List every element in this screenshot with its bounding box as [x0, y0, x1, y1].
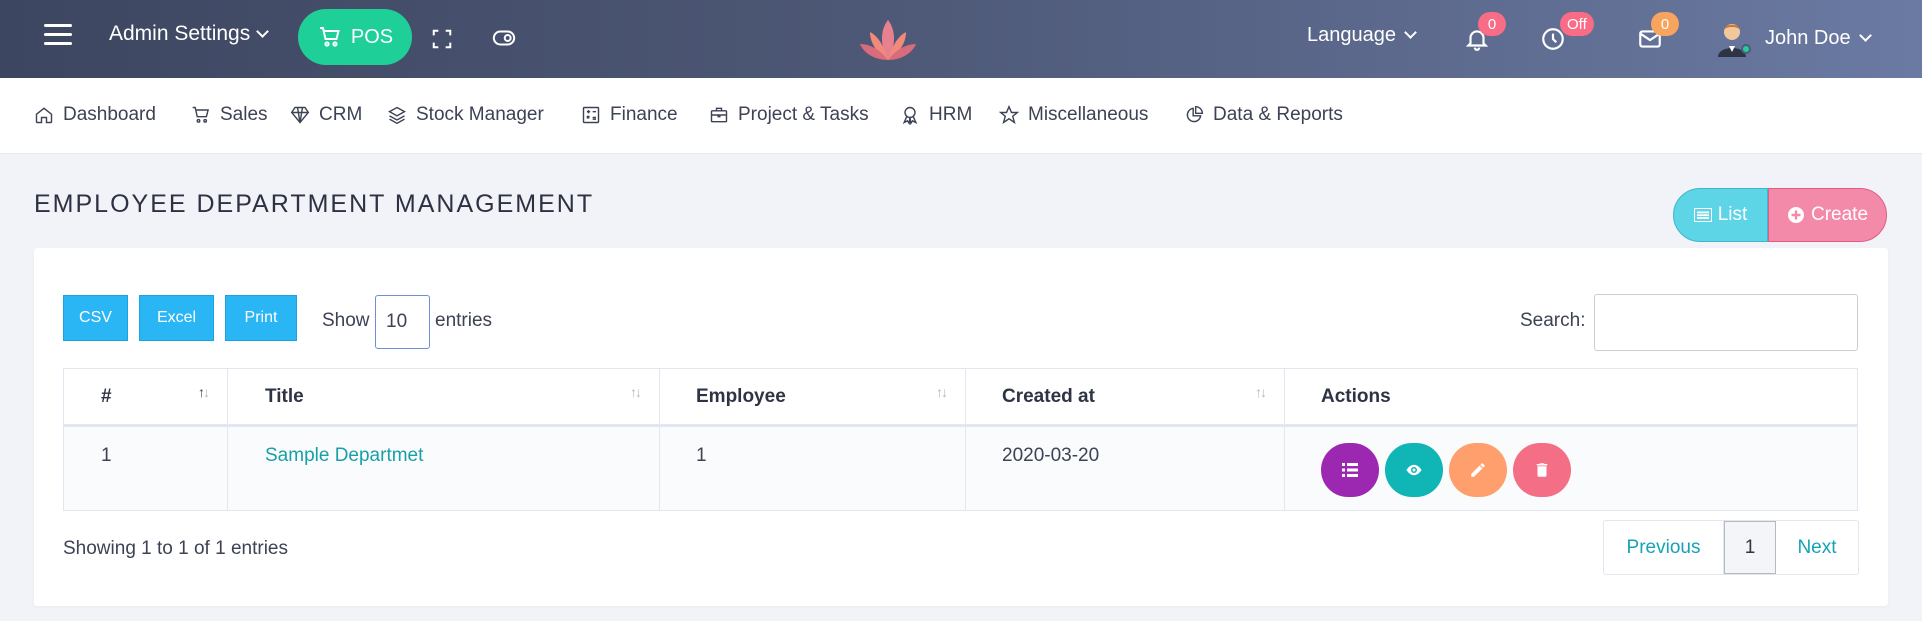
nav-item-label: Finance — [610, 104, 678, 125]
column-header-number[interactable]: # — [101, 386, 112, 408]
nav-item-project-tasks[interactable]: Project & Tasks — [709, 104, 869, 126]
nav-item-label: HRM — [929, 104, 973, 125]
user-menu[interactable]: John Doe — [1765, 27, 1872, 50]
award-icon — [902, 106, 918, 125]
menu-icon[interactable] — [44, 24, 72, 46]
edit-button[interactable] — [1449, 443, 1507, 497]
nav-item-label: CRM — [319, 104, 363, 125]
trash-icon — [1536, 463, 1548, 477]
create-button[interactable]: Create — [1768, 188, 1887, 242]
online-status-dot — [1741, 44, 1751, 54]
plus-circle-icon — [1787, 207, 1804, 223]
column-header-employee[interactable]: Employee — [696, 386, 786, 408]
nav-item-label: Data & Reports — [1213, 104, 1343, 125]
layers-icon — [388, 106, 406, 125]
pagination: Previous 1 Next — [1603, 520, 1859, 575]
show-label: Show — [322, 310, 370, 331]
list-button[interactable]: List — [1673, 188, 1768, 242]
sort-icon[interactable]: ↑↓ — [630, 384, 642, 400]
data-table — [63, 368, 1858, 511]
fullscreen-icon[interactable] — [431, 28, 453, 50]
view-button[interactable] — [1385, 443, 1443, 497]
pos-label: POS — [350, 25, 394, 48]
eye-icon — [1406, 464, 1422, 476]
notifications-badge: 0 — [1478, 12, 1506, 36]
nav-item-stock-manager[interactable]: Stock Manager — [387, 104, 544, 126]
list-icon — [1693, 208, 1712, 222]
search-label: Search: — [1520, 310, 1586, 331]
pos-button[interactable]: POS — [298, 9, 412, 65]
nav-item-label: Dashboard — [63, 104, 156, 125]
cell-employee: 1 — [696, 445, 707, 466]
chevron-down-icon — [1858, 29, 1872, 42]
column-header-actions: Actions — [1321, 386, 1391, 407]
table-row — [64, 427, 1857, 510]
admin-settings-label: Admin Settings — [109, 22, 251, 45]
briefcase-icon — [710, 107, 728, 123]
nav-item-label: Project & Tasks — [738, 104, 869, 125]
print-button[interactable]: Print — [225, 295, 297, 341]
table-header-row — [64, 369, 1857, 427]
nav-item-data-reports[interactable]: Data & Reports — [1184, 104, 1343, 126]
home-icon — [35, 107, 53, 124]
column-header-created-at[interactable]: Created at — [1002, 386, 1095, 408]
top-navbar: Admin Settings POS Language 0 Off 0 John… — [0, 0, 1922, 78]
sort-icon[interactable]: ↑↓ — [936, 384, 948, 400]
previous-page-button[interactable]: Previous — [1604, 521, 1724, 574]
entries-label: entries — [435, 310, 493, 331]
clock-status-badge: Off — [1560, 12, 1594, 36]
nav-item-hrm[interactable]: HRM — [900, 104, 972, 126]
excel-button[interactable]: Excel — [139, 295, 214, 341]
star-icon — [999, 105, 1019, 125]
nav-item-sales[interactable]: Sales — [191, 104, 268, 126]
page-title: EMPLOYEE DEPARTMENT MANAGEMENT — [34, 190, 595, 218]
nav-item-label: Miscellaneous — [1028, 104, 1149, 125]
sort-icon[interactable]: ↑↓ — [1255, 384, 1267, 400]
column-header-title[interactable]: Title — [265, 386, 304, 408]
pie-chart-icon — [1186, 105, 1204, 123]
pencil-icon — [1471, 463, 1485, 477]
column-divider — [227, 369, 228, 510]
cell-title-link[interactable]: Sample Departmet — [265, 445, 423, 467]
column-divider — [1284, 369, 1285, 510]
chevron-down-icon — [1404, 26, 1417, 39]
column-divider — [965, 369, 966, 510]
column-divider — [659, 369, 660, 510]
cell-created-at: 2020-03-20 — [1002, 445, 1100, 466]
details-button[interactable] — [1321, 443, 1379, 497]
language-dropdown[interactable]: Language — [1307, 24, 1417, 47]
delete-button[interactable] — [1513, 443, 1571, 497]
lotus-logo-icon — [860, 20, 916, 60]
sort-icon[interactable]: ↑↓ — [198, 384, 210, 400]
nav-item-finance[interactable]: Finance — [581, 104, 678, 126]
table-info-text: Showing 1 to 1 of 1 entries — [63, 538, 288, 559]
view-toggle-group: List Create — [1673, 188, 1887, 242]
user-name: John Doe — [1765, 27, 1851, 49]
chevron-down-icon — [256, 24, 270, 38]
language-label: Language — [1307, 24, 1396, 46]
cell-number: 1 — [101, 445, 112, 466]
nav-item-label: Stock Manager — [416, 104, 544, 125]
search-input[interactable] — [1594, 294, 1858, 351]
create-label: Create — [1810, 204, 1869, 225]
page-1-button[interactable]: 1 — [1724, 521, 1776, 574]
main-navigation: Dashboard Sales CRM Stock Manager Financ… — [0, 78, 1922, 154]
calculator-icon — [582, 106, 600, 124]
cart-icon — [192, 106, 209, 123]
cart-icon — [319, 27, 340, 47]
csv-button[interactable]: CSV — [63, 295, 128, 341]
messages-badge: 0 — [1651, 12, 1679, 36]
diamond-icon — [290, 106, 310, 124]
nav-item-dashboard[interactable]: Dashboard — [34, 104, 156, 126]
toggle-icon[interactable] — [492, 29, 516, 47]
list-label: List — [1717, 204, 1748, 225]
nav-item-crm[interactable]: CRM — [290, 104, 362, 126]
nav-item-miscellaneous[interactable]: Miscellaneous — [999, 104, 1148, 126]
admin-settings-dropdown[interactable]: Admin Settings — [109, 22, 270, 46]
page-size-select[interactable]: 10 — [375, 295, 430, 349]
list-icon — [1342, 463, 1358, 477]
nav-item-label: Sales — [220, 104, 268, 125]
next-page-button[interactable]: Next — [1776, 521, 1858, 574]
